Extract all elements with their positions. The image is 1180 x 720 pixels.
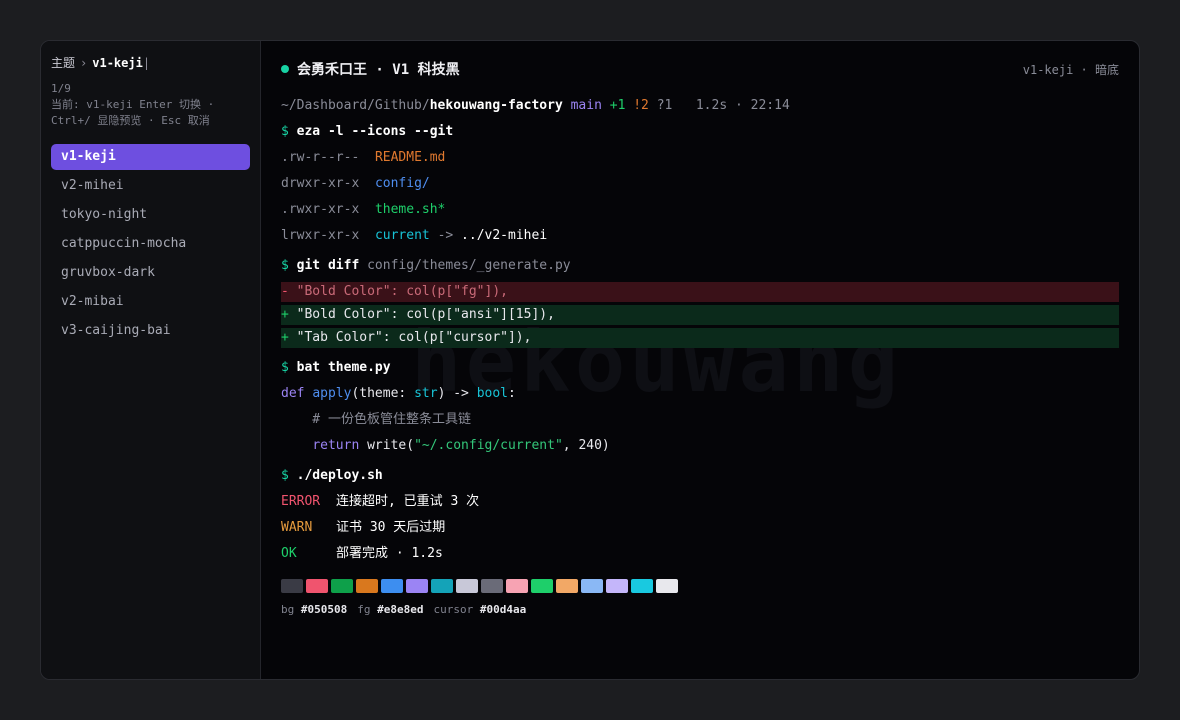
- file-name: current: [374, 228, 430, 243]
- file-row: lrwxr-xr-x current -> ../v2-mihei: [281, 223, 1119, 249]
- color-swatch: [606, 579, 628, 593]
- terminal-window: 主题 › v1-keji| 1/9 当前: v1-keji Enter 切换 · C…: [40, 40, 1140, 680]
- file-listing: .rw-r--r-- README.md drwxr-xr-x config/.r…: [281, 145, 1119, 249]
- file-row: .rw-r--r-- README.md: [281, 145, 1119, 171]
- theme-item-v1-keji[interactable]: v1-keji: [51, 144, 250, 170]
- log-line: OK 部署完成 · 1.2s: [281, 541, 1119, 567]
- command-text: git diff: [296, 258, 360, 273]
- theme-item-v2-mibai[interactable]: v2-mibai: [51, 289, 250, 315]
- symlink-target: ../v2-mihei: [461, 228, 548, 243]
- color-swatch: [381, 579, 403, 593]
- color-swatch: [631, 579, 653, 593]
- log-message: 连接超时, 已重试 3 次: [336, 494, 480, 509]
- prompt-dollar: $: [281, 360, 289, 375]
- file-name: README.md: [374, 150, 446, 165]
- fg-color-value: #e8e8ed: [377, 603, 424, 616]
- breadcrumb: 主题 › v1-keji|: [51, 55, 250, 71]
- prompt-dollar: $: [281, 468, 289, 483]
- prompt-dollar: $: [281, 124, 289, 139]
- preview-pane: hekouwang 会勇禾口王 · V1 科技黑 v1-keji · 暗底 ~/…: [261, 41, 1139, 679]
- diff-added-line: + "Tab Color": col(p["cursor"]),: [281, 328, 1119, 348]
- status-dot-icon: [281, 65, 289, 73]
- text-cursor: |: [142, 56, 151, 70]
- file-permissions: .rwxr-xr-x: [281, 202, 360, 217]
- prompt-dollar: $: [281, 258, 289, 273]
- color-swatch: [656, 579, 678, 593]
- command-text: ./deploy.sh: [296, 468, 383, 483]
- log-line: WARN 证书 30 天后过期: [281, 515, 1119, 541]
- command-text: bat theme.py: [296, 360, 391, 375]
- color-swatch: [456, 579, 478, 593]
- log-level: OK: [281, 546, 297, 561]
- theme-item-v2-mihei[interactable]: v2-mihei: [51, 173, 250, 199]
- color-swatch: [581, 579, 603, 593]
- color-swatch: [531, 579, 553, 593]
- result-counter: 1/9: [51, 82, 71, 95]
- theme-title: 会勇禾口王 · V1 科技黑: [281, 59, 460, 79]
- theme-search-input[interactable]: v1-keji: [92, 56, 143, 70]
- prompt-branch: main: [570, 98, 602, 113]
- color-swatch: [431, 579, 453, 593]
- code-line: return write("~/.config/current", 240): [312, 438, 610, 453]
- theme-title-text: 会勇禾口王 · V1 科技黑: [297, 62, 460, 78]
- color-swatch: [481, 579, 503, 593]
- theme-item-gruvbox-dark[interactable]: gruvbox-dark: [51, 260, 250, 286]
- preview-header: 会勇禾口王 · V1 科技黑 v1-keji · 暗底: [281, 59, 1119, 79]
- file-permissions: drwxr-xr-x: [281, 176, 360, 191]
- color-swatch: [281, 579, 303, 593]
- command-line: $ ./deploy.sh: [281, 463, 1119, 489]
- code-comment: # 一份色板管住整条工具链: [281, 412, 471, 427]
- log-line: ERROR 连接超时, 已重试 3 次: [281, 489, 1119, 515]
- git-modified: !2: [633, 98, 649, 113]
- color-summary: bg #050508 fg #e8e8ed cursor #00d4aa: [281, 603, 527, 616]
- theme-sidebar: 主题 › v1-keji| 1/9 当前: v1-keji Enter 切换 · C…: [41, 41, 261, 679]
- cursor-color-value: #00d4aa: [479, 603, 527, 616]
- file-permissions: .rw-r--r--: [281, 150, 360, 165]
- command-line: $ git diff config/themes/_generate.py: [281, 253, 1119, 279]
- git-untracked: ?1: [656, 98, 673, 113]
- theme-list: v1-keji v2-mihei tokyo-night catppuccin-moc…: [51, 144, 250, 344]
- log-level: WARN: [281, 520, 313, 535]
- prompt-path: ~/Dashboard/Github/: [281, 98, 430, 113]
- picker-meta: 1/9 当前: v1-keji Enter 切换 · Ctrl+/ 显隐预览 ·…: [51, 81, 250, 129]
- command-arg: config/themes/_generate.py: [367, 258, 571, 273]
- symlink-arrow: ->: [437, 228, 454, 243]
- shell-prompt: ~/Dashboard/Github/hekouwang-factory mai…: [281, 93, 1119, 119]
- hint-line-2: Ctrl+/ 显隐预览 · Esc 取消: [51, 114, 210, 127]
- color-swatch: [506, 579, 528, 593]
- diff-added-line: + "Bold Color": col(p["ansi"][15]),: [281, 305, 1119, 325]
- color-swatch: [356, 579, 378, 593]
- hint-line-1: 当前: v1-keji Enter 切换 ·: [51, 98, 215, 111]
- breadcrumb-separator: ›: [80, 56, 88, 70]
- prompt-timing: 1.2s · 22:14: [695, 98, 790, 113]
- log-level: ERROR: [281, 494, 321, 509]
- log-message: 证书 30 天后过期: [336, 520, 446, 535]
- file-permissions: lrwxr-xr-x: [281, 228, 360, 243]
- git-added: +1: [609, 98, 626, 113]
- code-line: def apply(theme: str) -> bool:: [281, 386, 516, 401]
- theme-item-v3-caijing-bai[interactable]: v3-caijing-bai: [51, 318, 250, 344]
- color-swatch: [331, 579, 353, 593]
- file-row: .rwxr-xr-x theme.sh*: [281, 197, 1119, 223]
- file-name: config/: [374, 176, 430, 191]
- theme-item-catppuccin-mocha[interactable]: catppuccin-mocha: [51, 231, 250, 257]
- command-line: $ bat theme.py: [281, 355, 1119, 381]
- file-name: theme.sh*: [374, 202, 446, 217]
- theme-subtitle: v1-keji · 暗底: [1022, 62, 1119, 77]
- color-swatch: [406, 579, 428, 593]
- color-swatch: [556, 579, 578, 593]
- prompt-repo: hekouwang-factory: [429, 98, 563, 113]
- log-message: 部署完成 · 1.2s: [336, 546, 443, 561]
- color-swatch: [306, 579, 328, 593]
- theme-item-tokyo-night[interactable]: tokyo-night: [51, 202, 250, 228]
- file-row: drwxr-xr-x config/: [281, 171, 1119, 197]
- command-text: eza -l --icons --git: [296, 124, 454, 139]
- diff-removed-line: - "Bold Color": col(p["fg"]),: [281, 282, 1119, 302]
- command-line: $ eza -l --icons --git: [281, 119, 1119, 145]
- log-output: ERROR 连接超时, 已重试 3 次 WARN 证书 30 天后过期 OK 部署完成 ·…: [281, 489, 1119, 567]
- color-palette: [281, 579, 1119, 593]
- bg-color-value: #050508: [300, 603, 348, 616]
- breadcrumb-root: 主题: [51, 56, 76, 70]
